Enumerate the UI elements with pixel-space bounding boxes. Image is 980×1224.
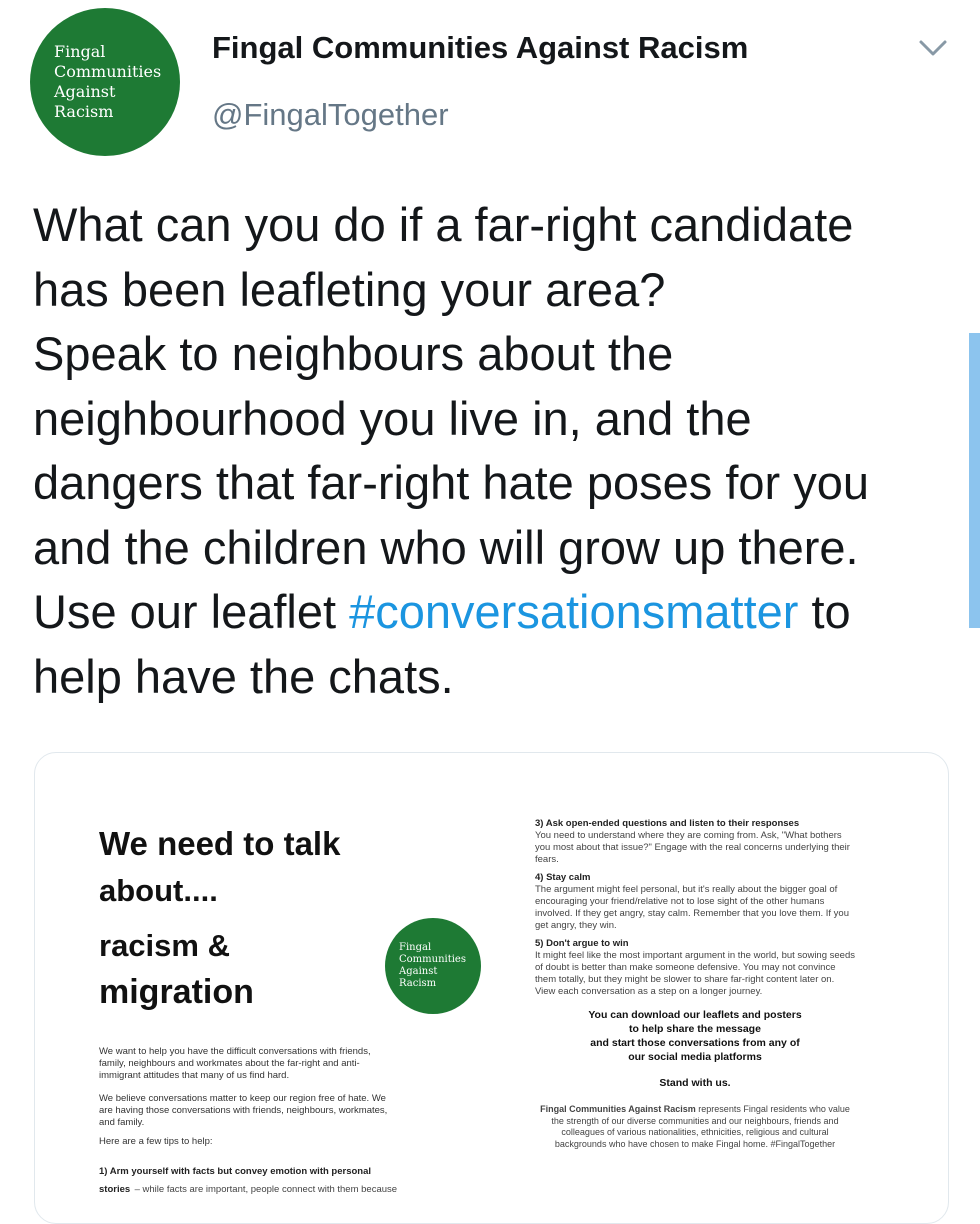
leaflet-logo-line: Communities bbox=[399, 954, 466, 965]
avatar-text-line: Fingal bbox=[54, 42, 106, 61]
tip-title: 5) Don't argue to win bbox=[535, 938, 629, 949]
leaflet-tips-intro: Here are a few tips to help: bbox=[99, 1136, 213, 1147]
leaflet-heading-line: We need to talk bbox=[99, 825, 341, 862]
tip-body: You need to understand where they are co… bbox=[535, 830, 850, 865]
display-name[interactable]: Fingal Communities Against Racism bbox=[212, 30, 748, 66]
leaflet-footer: Fingal Communities Against Racism repres… bbox=[535, 1104, 855, 1150]
leaflet-stand-with-us: Stand with us. bbox=[659, 1077, 731, 1089]
tweet-text-line: Use our leaflet #conversationsmatter to bbox=[33, 580, 968, 645]
leaflet-heading-line: about.... bbox=[99, 873, 218, 908]
download-line: to help share the message bbox=[629, 1023, 761, 1035]
avatar-text-line: Communities bbox=[54, 62, 162, 81]
tip-body: – while facts are important, people conn… bbox=[134, 1184, 398, 1195]
leaflet-heading-line: racism & bbox=[99, 928, 230, 963]
tweet-media-image[interactable]: We need to talk about.... racism & migra… bbox=[34, 752, 949, 1224]
download-line: and start those conversations from any o… bbox=[590, 1037, 800, 1049]
leaflet-intro: We want to help you have the difficult c… bbox=[99, 1046, 371, 1081]
download-line: our social media platforms bbox=[628, 1051, 762, 1063]
tip-title: 3) Ask open-ended questions and listen t… bbox=[535, 818, 800, 829]
tweet-text-line: help have the chats. bbox=[33, 649, 454, 703]
avatar-text-line: Racism bbox=[54, 102, 114, 121]
avatar-text-line: Against bbox=[54, 82, 116, 101]
chevron-down-icon[interactable] bbox=[917, 36, 949, 60]
tweet-text-line: What can you do if a far-right candidate bbox=[33, 198, 854, 251]
tweet-text-fragment: Use our leaflet bbox=[33, 585, 350, 638]
scroll-indicator[interactable] bbox=[969, 333, 980, 628]
leaflet-logo: Fingal Communities Against Racism bbox=[385, 918, 481, 1014]
tip-title: 4) Stay calm bbox=[535, 872, 591, 883]
leaflet-right-column: 3) Ask open-ended questions and listen t… bbox=[535, 818, 855, 1150]
tweet-text-line: neighbourhood you live in, and the bbox=[33, 391, 752, 445]
tweet-text-line: and the children who will grow up there. bbox=[33, 520, 859, 574]
tweet-text-fragment: to bbox=[798, 585, 851, 638]
tweet-text-line: dangers that far-right hate poses for yo… bbox=[33, 456, 870, 509]
tweet-text-line: has been leafleting your area? bbox=[33, 262, 666, 316]
tweet-text-line: Speak to neighbours about the bbox=[33, 327, 674, 380]
tip-body: It might feel like the most important ar… bbox=[535, 950, 855, 997]
leaflet-download-note: You can download our leaflets and poster… bbox=[535, 1008, 855, 1064]
hashtag-link[interactable]: #conversationsmatter bbox=[349, 585, 798, 638]
leaflet-logo-line: Racism bbox=[399, 978, 437, 989]
leaflet-logo-line: Fingal bbox=[399, 942, 432, 953]
tip-body: The argument might feel personal, but it… bbox=[535, 884, 849, 931]
footer-org-name: Fingal Communities Against Racism bbox=[540, 1104, 696, 1114]
leaflet-tip-1: 1) Arm yourself with facts but convey em… bbox=[99, 1161, 399, 1197]
user-handle[interactable]: @FingalTogether bbox=[212, 97, 449, 133]
tweet-text: What can you do if a far-right candidate… bbox=[33, 193, 968, 709]
download-line: You can download our leaflets and poster… bbox=[588, 1009, 802, 1021]
leaflet-heading-line: migration bbox=[99, 973, 254, 1011]
profile-avatar[interactable]: Fingal Communities Against Racism bbox=[30, 8, 180, 156]
leaflet-logo-line: Against bbox=[399, 966, 438, 977]
leaflet-belief: We believe conversations matter to keep … bbox=[99, 1093, 388, 1128]
